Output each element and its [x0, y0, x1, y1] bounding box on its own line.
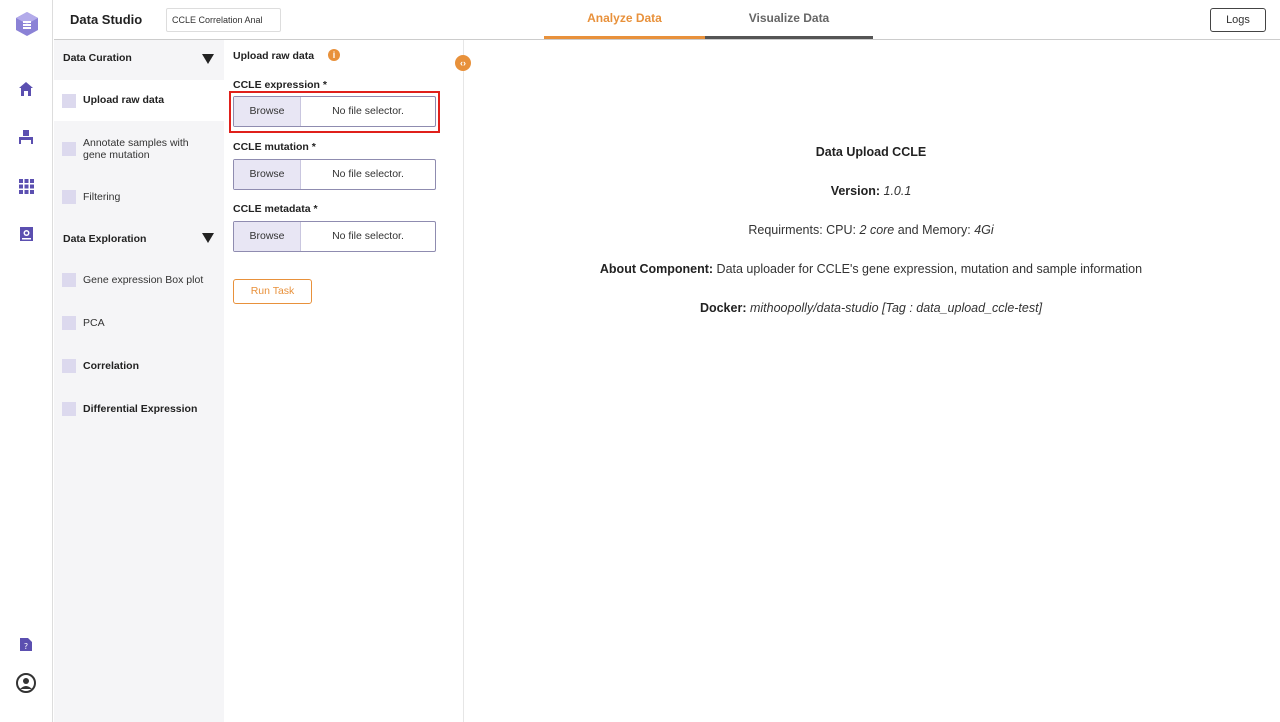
- step-differential-expression[interactable]: Differential Expression: [54, 402, 224, 416]
- ccle-mutation-label: CCLE mutation *: [233, 141, 316, 153]
- step-filtering[interactable]: Filtering: [54, 190, 224, 204]
- ccle-metadata-file-input[interactable]: Browse No file selector.: [233, 221, 436, 252]
- docker-label: Docker:: [699, 301, 747, 315]
- step-checkbox[interactable]: [62, 359, 76, 373]
- step-label: Filtering: [83, 191, 121, 203]
- step-label: Differential Expression: [83, 403, 198, 415]
- component-title-text: Data Upload CCLE: [815, 145, 927, 159]
- docker-text: mithoopolly/data-studio [Tag : data_uplo…: [749, 301, 1043, 315]
- upload-form-panel: Upload raw data i CCLE expression * Brow…: [224, 40, 464, 722]
- step-label: Correlation: [83, 360, 140, 372]
- collapse-caret-icon[interactable]: [202, 233, 214, 243]
- report-icon[interactable]: [17, 225, 35, 243]
- left-rail: ?: [0, 0, 53, 722]
- cpu-value: 2 core: [859, 223, 895, 237]
- step-checkbox[interactable]: [62, 190, 76, 204]
- memory-label: and Memory:: [897, 223, 971, 237]
- step-label: Upload raw data: [83, 94, 165, 106]
- version-line: Version: 1.0.1: [465, 184, 1277, 198]
- browse-button[interactable]: Browse: [234, 160, 301, 189]
- about-line: About Component: Data uploader for CCLE'…: [465, 262, 1277, 276]
- step-gene-expression-box-plot[interactable]: Gene expression Box plot: [54, 273, 224, 287]
- help-doc-icon[interactable]: ?: [17, 635, 35, 653]
- step-correlation[interactable]: Correlation: [54, 359, 224, 373]
- docker-line: Docker: mithoopolly/data-studio [Tag : d…: [465, 301, 1277, 315]
- file-name-text: No file selector.: [332, 230, 404, 242]
- tab-visualize-data[interactable]: Visualize Data: [705, 0, 873, 39]
- step-pca[interactable]: PCA: [54, 316, 224, 330]
- ccle-mutation-file-input[interactable]: Browse No file selector.: [233, 159, 436, 190]
- ccle-expression-label: CCLE expression *: [233, 79, 327, 91]
- step-label: PCA: [83, 317, 105, 329]
- step-checkbox[interactable]: [62, 273, 76, 287]
- workflow-steps-sidebar: Data Curation Upload raw data Annotate s…: [54, 40, 224, 722]
- user-account-icon[interactable]: [16, 673, 36, 693]
- component-info-panel: Data Upload CCLE Version: 1.0.1 Requirme…: [465, 40, 1280, 722]
- step-upload-raw-data[interactable]: Upload raw data: [54, 80, 224, 121]
- svg-text:?: ?: [24, 642, 28, 651]
- tab-analyze-data[interactable]: Analyze Data: [544, 0, 705, 39]
- step-label: Gene expression Box plot: [83, 274, 204, 286]
- section-title-data-exploration: Data Exploration: [63, 233, 147, 245]
- file-name-text: No file selector.: [332, 105, 404, 117]
- apps-grid-icon[interactable]: [17, 177, 35, 195]
- requirements-line: Requirments: CPU: 2 core and Memory: 4Gi: [465, 223, 1277, 237]
- browse-button[interactable]: Browse: [234, 222, 301, 251]
- step-checkbox[interactable]: [62, 402, 76, 416]
- about-text: Data uploader for CCLE's gene expression…: [716, 262, 1143, 276]
- component-title: Data Upload CCLE: [465, 145, 1277, 159]
- section-title-data-curation: Data Curation: [63, 52, 132, 64]
- memory-value: 4Gi: [974, 223, 994, 237]
- version-label: Version:: [830, 184, 881, 198]
- step-annotate-samples[interactable]: Annotate samples with gene mutation: [54, 137, 224, 161]
- run-task-button[interactable]: Run Task: [233, 279, 312, 304]
- form-title: Upload raw data: [233, 50, 315, 62]
- ccle-expression-file-input[interactable]: Browse No file selector.: [233, 96, 436, 127]
- project-name-field[interactable]: CCLE Correlation Anal: [166, 8, 281, 32]
- workspace-icon[interactable]: [17, 128, 35, 146]
- home-icon[interactable]: [17, 80, 35, 98]
- step-checkbox[interactable]: [62, 94, 76, 108]
- step-label: Annotate samples with gene mutation: [83, 137, 189, 161]
- ccle-metadata-label: CCLE metadata *: [233, 203, 318, 215]
- top-header: Data Studio CCLE Correlation Anal Analyz…: [54, 0, 1280, 40]
- logs-button[interactable]: Logs: [1210, 8, 1266, 32]
- info-icon[interactable]: i: [328, 49, 340, 61]
- version-value: 1.0.1: [883, 184, 912, 198]
- file-name-text: No file selector.: [332, 168, 404, 180]
- logo-icon[interactable]: [16, 12, 38, 36]
- about-label: About Component:: [599, 262, 714, 276]
- app-title: Data Studio: [70, 12, 143, 27]
- requirements-label: Requirments: CPU:: [748, 223, 857, 237]
- collapse-caret-icon[interactable]: [202, 54, 214, 64]
- browse-button[interactable]: Browse: [234, 97, 301, 126]
- step-checkbox[interactable]: [62, 316, 76, 330]
- step-checkbox[interactable]: [62, 142, 76, 156]
